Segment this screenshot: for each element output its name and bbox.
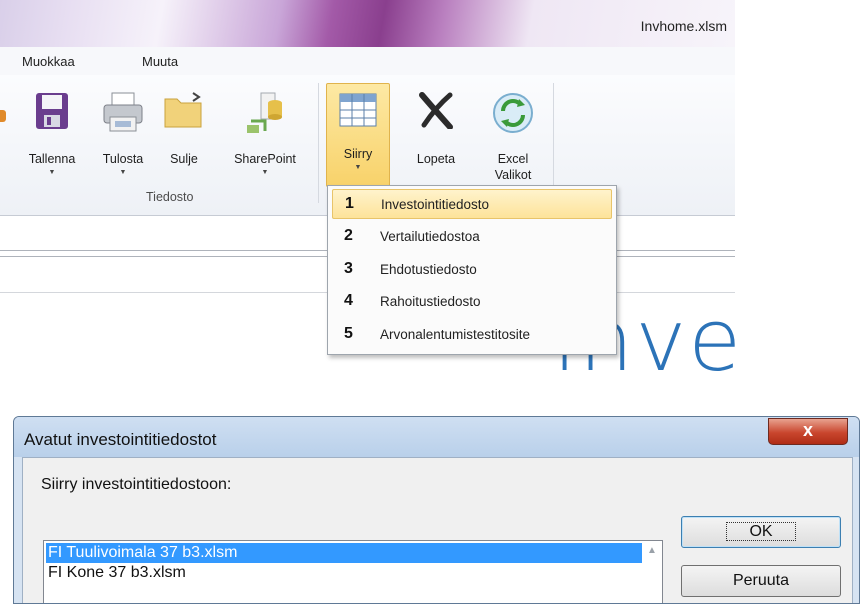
excel-refresh-icon bbox=[493, 93, 533, 133]
excel-label-line1: Excel bbox=[497, 152, 529, 166]
group-separator bbox=[318, 83, 319, 203]
chevron-down-icon: ▼ bbox=[48, 169, 56, 176]
dialog-prompt: Siirry investointitiedostoon: bbox=[41, 476, 232, 493]
item-number: 3 bbox=[344, 260, 353, 277]
lopeta-button[interactable]: Lopeta bbox=[402, 81, 470, 189]
dialog-body: Siirry investointitiedostoon: FI Tuulivo… bbox=[22, 457, 853, 603]
chevron-down-icon: ▼ bbox=[354, 164, 362, 171]
file-listbox[interactable]: FI Tuulivoimala 37 b3.xlsm FI Kone 37 b3… bbox=[43, 540, 663, 603]
item-number: 1 bbox=[345, 195, 354, 212]
group-label-tiedosto: Tiedosto bbox=[146, 190, 194, 204]
item-number: 2 bbox=[344, 227, 353, 244]
dropdown-item-arvonalentumistestitosite[interactable]: 5 Arvonalentumistestitosite bbox=[332, 320, 610, 348]
item-label: Arvonalentumistestitosite bbox=[380, 327, 531, 342]
item-label: Ehdotustiedosto bbox=[380, 262, 477, 277]
excel-label-line2: Valikot bbox=[494, 168, 532, 182]
file-title: Invhome.xlsm bbox=[640, 18, 727, 34]
dropdown-item-rahoitustiedosto[interactable]: 4 Rahoitustiedosto bbox=[332, 287, 610, 315]
item-label: Investointitiedosto bbox=[381, 197, 490, 212]
dialog-titlebar: Avatut investointitiedostot x bbox=[14, 417, 859, 457]
chevron-down-icon: ▼ bbox=[261, 169, 269, 176]
excel-valikot-button[interactable]: Excel Valikot bbox=[480, 81, 546, 189]
scroll-up-arrow-icon[interactable]: ▲ bbox=[644, 543, 660, 559]
menu-bar: Muokkaa Muuta bbox=[0, 47, 735, 75]
siirry-label: Siirry bbox=[343, 147, 373, 161]
folder-close-icon bbox=[164, 92, 202, 128]
item-number: 4 bbox=[344, 292, 353, 309]
window-titlebar: Invhome.xlsm bbox=[0, 0, 735, 47]
sharepoint-button[interactable]: SharePoint ▼ bbox=[218, 81, 312, 189]
print-label: Tulosta bbox=[102, 152, 144, 166]
dropdown-item-vertailutiedostoa[interactable]: 2 Vertailutiedostoa bbox=[332, 222, 610, 250]
menu-muokkaa[interactable]: Muokkaa bbox=[22, 54, 75, 69]
excel-valikot-label: Excel Valikot bbox=[480, 151, 546, 183]
list-item[interactable]: FI Tuulivoimala 37 b3.xlsm bbox=[46, 543, 642, 563]
chevron-down-icon: ▼ bbox=[119, 169, 127, 176]
close-icon: x bbox=[802, 420, 813, 440]
grid-icon bbox=[339, 93, 377, 127]
dialog-title: Avatut investointitiedostot bbox=[24, 430, 217, 449]
close-file-button[interactable]: Sulje bbox=[158, 81, 210, 189]
cancel-button[interactable]: Peruuta bbox=[681, 565, 841, 597]
dialog-close-button[interactable]: x bbox=[768, 418, 848, 445]
printer-icon bbox=[103, 92, 143, 132]
close-file-label: Sulje bbox=[170, 152, 198, 166]
excel-window: Invhome.xlsm Muokkaa Muuta Tallenna ▼ Tu… bbox=[0, 0, 735, 383]
sharepoint-icon bbox=[247, 92, 282, 133]
dropdown-item-investointitiedosto[interactable]: 1 Investointitiedosto bbox=[332, 189, 612, 219]
open-files-dialog: Avatut investointitiedostot x Siirry inv… bbox=[13, 416, 860, 604]
ok-button[interactable]: OK bbox=[681, 516, 841, 548]
siirry-button[interactable]: Siirry ▼ bbox=[326, 83, 390, 187]
item-label: Vertailutiedostoa bbox=[380, 229, 480, 244]
list-item[interactable]: FI Kone 37 b3.xlsm bbox=[46, 563, 642, 583]
save-icon bbox=[36, 93, 68, 129]
dropdown-item-ehdotustiedosto[interactable]: 3 Ehdotustiedosto bbox=[332, 255, 610, 283]
print-button[interactable]: Tulosta ▼ bbox=[92, 81, 154, 189]
partial-icon bbox=[0, 110, 6, 122]
ok-label: OK bbox=[726, 522, 796, 541]
save-button[interactable]: Tallenna ▼ bbox=[20, 81, 84, 189]
item-number: 5 bbox=[344, 325, 353, 342]
sharepoint-label: SharePoint bbox=[234, 152, 296, 166]
x-icon bbox=[419, 92, 453, 129]
item-label: Rahoitustiedosto bbox=[380, 294, 481, 309]
siirry-dropdown-menu: 1 Investointitiedosto 2 Vertailutiedosto… bbox=[327, 185, 617, 355]
menu-muuta[interactable]: Muuta bbox=[142, 54, 178, 69]
save-label: Tallenna bbox=[28, 152, 76, 166]
lopeta-label: Lopeta bbox=[416, 152, 456, 166]
